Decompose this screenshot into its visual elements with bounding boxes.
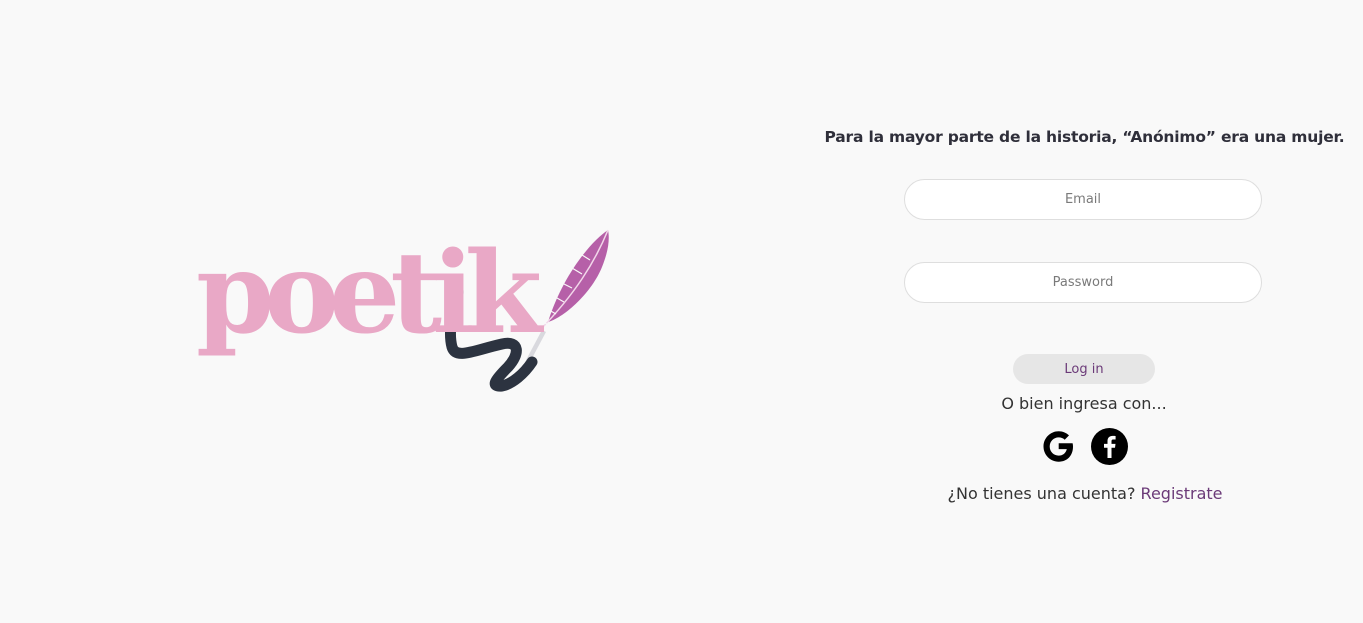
register-link[interactable]: Registrate — [1141, 484, 1223, 503]
signup-prompt: ¿No tienes una cuenta? Registrate — [880, 484, 1290, 503]
tagline: Para la mayor parte de la historia, “Anó… — [824, 128, 1345, 146]
alt-login-label: O bien ingresa con... — [1001, 394, 1167, 413]
google-icon — [1043, 431, 1073, 462]
password-field[interactable] — [904, 262, 1262, 303]
facebook-icon — [1104, 435, 1116, 458]
email-field[interactable] — [904, 179, 1262, 220]
poetik-logo: poetik — [190, 222, 620, 397]
facebook-login-button[interactable] — [1091, 428, 1128, 465]
no-account-text: ¿No tienes una cuenta? — [947, 484, 1136, 503]
login-button[interactable]: Log in — [1013, 354, 1155, 384]
logo-wordmark: poetik — [196, 228, 545, 359]
google-login-button[interactable] — [1040, 428, 1077, 465]
login-page: poetik Para la mayor parte de la histori… — [0, 0, 1363, 623]
quill-feather-icon — [526, 229, 609, 362]
